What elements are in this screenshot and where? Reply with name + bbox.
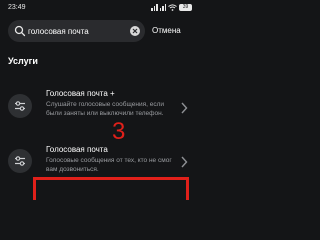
result-title: Голосовая почта bbox=[46, 145, 108, 154]
chevron-right-icon bbox=[181, 156, 188, 168]
battery-icon: 39 bbox=[179, 4, 192, 11]
result-description: Голосовые сообщения от тех, кто не смог … bbox=[46, 157, 172, 173]
search-bar: Отмена bbox=[0, 20, 200, 44]
signal-icon bbox=[151, 4, 158, 11]
annotation-step-number: 3 bbox=[112, 118, 126, 145]
signal-icon bbox=[159, 4, 166, 11]
result-item-voicemail-plus[interactable]: Голосовая почта + Слушайте голосовые соо… bbox=[0, 86, 200, 134]
section-title: Услуги bbox=[8, 56, 38, 66]
clear-search-button[interactable] bbox=[130, 26, 140, 36]
result-description: Слушайте голосовые сообщения, если были … bbox=[46, 101, 164, 117]
result-item-voicemail[interactable]: Голосовая почта Голосовые сообщения от т… bbox=[0, 142, 200, 178]
cancel-button[interactable]: Отмена bbox=[152, 26, 181, 35]
close-icon bbox=[132, 28, 138, 34]
search-icon bbox=[14, 25, 26, 37]
result-title: Голосовая почта + bbox=[46, 89, 115, 98]
sliders-icon bbox=[8, 94, 32, 118]
search-field[interactable] bbox=[8, 20, 145, 42]
chevron-right-icon bbox=[181, 102, 188, 114]
annotation-highlight-box bbox=[33, 177, 189, 200]
screen: 23:49 39 Отмена bbox=[0, 0, 200, 200]
search-input[interactable] bbox=[28, 23, 126, 39]
wifi-icon bbox=[168, 4, 177, 11]
status-icons: 39 bbox=[151, 4, 192, 11]
status-time: 23:49 bbox=[8, 4, 26, 11]
sliders-icon bbox=[8, 149, 32, 173]
status-bar: 23:49 39 bbox=[0, 0, 200, 16]
